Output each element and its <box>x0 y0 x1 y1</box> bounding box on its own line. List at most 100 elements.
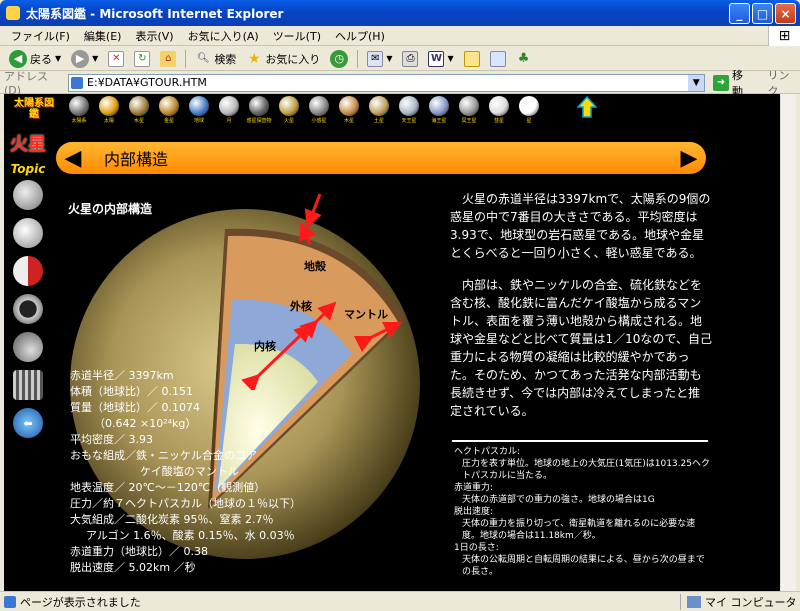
messenger-icon: ♣ <box>517 51 530 66</box>
planet-label: 天王星 <box>401 118 417 124</box>
banner-title: 内部構造 <box>104 150 169 169</box>
vertical-scrollbar[interactable] <box>780 94 796 591</box>
stop-button[interactable]: ✕ <box>105 48 127 70</box>
planet-nav-item[interactable]: 木星 <box>334 94 364 126</box>
page-icon <box>4 595 16 608</box>
menu-bar: ファイル(F) 編集(E) 表示(V) お気に入り(A) ツール(T) ヘルプ(… <box>0 26 800 46</box>
planet-nav-item[interactable]: 惑星探査物 <box>244 94 274 126</box>
spec-volume: 体積（地球比）／ 0.151 <box>70 385 193 398</box>
status-bar: ページが表示されました マイ コンピュータ <box>0 591 800 611</box>
address-input[interactable]: E:¥DATA¥GTOUR.HTM ▼ <box>68 73 706 92</box>
print-button[interactable]: ⎙ <box>399 48 421 70</box>
back-button[interactable]: ◀ 戻る ▼ <box>6 48 64 70</box>
toolbar-separator <box>357 49 359 68</box>
crust-arrow <box>304 193 322 229</box>
up-arrow-icon[interactable] <box>577 96 597 118</box>
home-button[interactable]: ⌂ <box>157 48 179 70</box>
discuss-button[interactable] <box>461 48 483 70</box>
globe-icon[interactable] <box>13 218 43 248</box>
favorites-label: お気に入り <box>265 52 321 66</box>
planet-nav-item[interactable]: 海王星 <box>424 94 454 126</box>
search-icon: 🔍︎ <box>196 53 210 64</box>
refresh-icon: ↻ <box>134 50 151 67</box>
planet-nav-item[interactable]: 小惑星 <box>304 94 334 126</box>
app-icon <box>6 6 20 20</box>
close-button[interactable]: × <box>775 3 796 24</box>
menu-edit[interactable]: 編集(E) <box>77 28 129 44</box>
topic-button[interactable]: Topic <box>11 162 46 176</box>
prev-arrow-icon[interactable]: ◀ <box>62 146 84 171</box>
refresh-button[interactable]: ↻ <box>131 48 153 70</box>
glossary-def: 天体の公転周期と自転周期の結果による、昼から次の昼までの長さ。 <box>462 555 705 577</box>
planet-nav-item[interactable]: 地球 <box>184 94 214 126</box>
structure-title: 火星の内部構造 <box>68 202 153 216</box>
security-zone: マイ コンピュータ <box>680 593 797 610</box>
crust-arrow-in <box>299 221 316 245</box>
planet-icon <box>339 96 359 116</box>
planet-nav-item[interactable]: 月 <box>214 94 244 126</box>
history-button[interactable]: ◷ <box>327 48 351 70</box>
planet-nav-item[interactable]: 土星 <box>364 94 394 126</box>
minimize-button[interactable]: _ <box>729 3 750 24</box>
planet-nav-item[interactable]: 星 <box>514 94 544 126</box>
planet-label: 太陽系 <box>71 118 87 124</box>
planet-icon <box>219 96 239 116</box>
planet-nav-item[interactable]: 冥王星 <box>454 94 484 126</box>
history-icon: ◷ <box>330 49 349 68</box>
forward-button[interactable]: ▶ ▼ <box>68 48 101 70</box>
film-icon[interactable] <box>13 370 43 400</box>
menu-file[interactable]: ファイル(F) <box>4 28 77 44</box>
chevron-down-icon[interactable]: ▼ <box>688 74 705 91</box>
spec-radius: 赤道半径／ 3397km <box>70 369 174 382</box>
favorites-button[interactable]: ★ お気に入り <box>243 48 323 70</box>
planet-label: 海王星 <box>431 118 447 124</box>
toolbar: ◀ 戻る ▼ ▶ ▼ ✕ ↻ ⌂ 🔍︎ 検索 ★ お気に入り ◷ ✉ ▼ ⎙ W… <box>0 47 800 71</box>
planet-label: 彗星 <box>493 118 504 124</box>
menu-help[interactable]: ヘルプ(H) <box>328 28 392 44</box>
edit-button[interactable]: W ▼ <box>425 48 456 70</box>
back-arrow-icon[interactable]: ⬅ <box>13 408 43 438</box>
magnifier-icon[interactable] <box>13 294 43 324</box>
next-arrow-icon[interactable]: ▶ <box>678 146 700 171</box>
maximize-button[interactable]: □ <box>752 3 773 24</box>
planet-nav-item[interactable]: 火星 <box>274 94 304 126</box>
planet-nav-item[interactable]: 彗星 <box>484 94 514 126</box>
spec-composition: おもな組成／鉄・ニッケル合金のコア <box>70 449 257 462</box>
menu-tools[interactable]: ツール(T) <box>266 28 328 44</box>
planet-icon <box>189 96 209 116</box>
phase-icon[interactable] <box>13 256 43 286</box>
site-logo[interactable]: 太陽系図鑑 <box>14 98 54 120</box>
spec-list: 赤道半径／ 3397km 体積（地球比）／ 0.151 質量（地球比）／ 0.1… <box>70 368 301 576</box>
stop-icon: ✕ <box>108 50 125 67</box>
planet-label: 小惑星 <box>311 118 327 124</box>
research-icon <box>489 50 506 67</box>
spec-mass-kg: （0.642 ×10²⁴kg） <box>94 417 197 430</box>
messenger-button[interactable]: ♣ <box>513 48 535 70</box>
planet-nav-item[interactable]: 金星 <box>154 94 184 126</box>
page-icon <box>71 76 84 89</box>
outer-core-arrow <box>299 301 337 339</box>
mail-icon: ✉ <box>367 50 384 67</box>
probe-icon[interactable] <box>13 332 43 362</box>
planet-nav-item[interactable]: 太陽系 <box>64 94 94 126</box>
note-icon <box>463 50 480 67</box>
orbit-icon[interactable] <box>13 180 43 210</box>
mail-button[interactable]: ✉ ▼ <box>364 48 395 70</box>
computer-icon <box>687 595 701 608</box>
planet-nav-item[interactable]: 水星 <box>124 94 154 126</box>
planet-nav-item[interactable]: 太陽 <box>94 94 124 126</box>
planet-nav-item[interactable]: 天王星 <box>394 94 424 126</box>
research-button[interactable] <box>487 48 509 70</box>
glossary-term: 脱出速度: <box>454 507 494 517</box>
planet-icon <box>129 96 149 116</box>
glossary: ヘクトパスカル: 圧力を表す単位。地球の地上の大気圧(1気圧)は1013.25ヘ… <box>454 446 710 578</box>
section-banner: ◀ 内部構造 ▶ <box>56 142 706 174</box>
search-button[interactable]: 🔍︎ 検索 <box>192 48 239 70</box>
planet-label: 金星 <box>163 118 174 124</box>
window-controls: _ □ × <box>729 3 796 24</box>
menu-favorites[interactable]: お気に入り(A) <box>181 28 266 44</box>
glossary-term: 1日の長さ: <box>454 543 499 553</box>
glossary-term: 赤道重力: <box>454 483 494 493</box>
menu-view[interactable]: 表示(V) <box>128 28 180 44</box>
address-value: E:¥DATA¥GTOUR.HTM <box>87 76 207 89</box>
